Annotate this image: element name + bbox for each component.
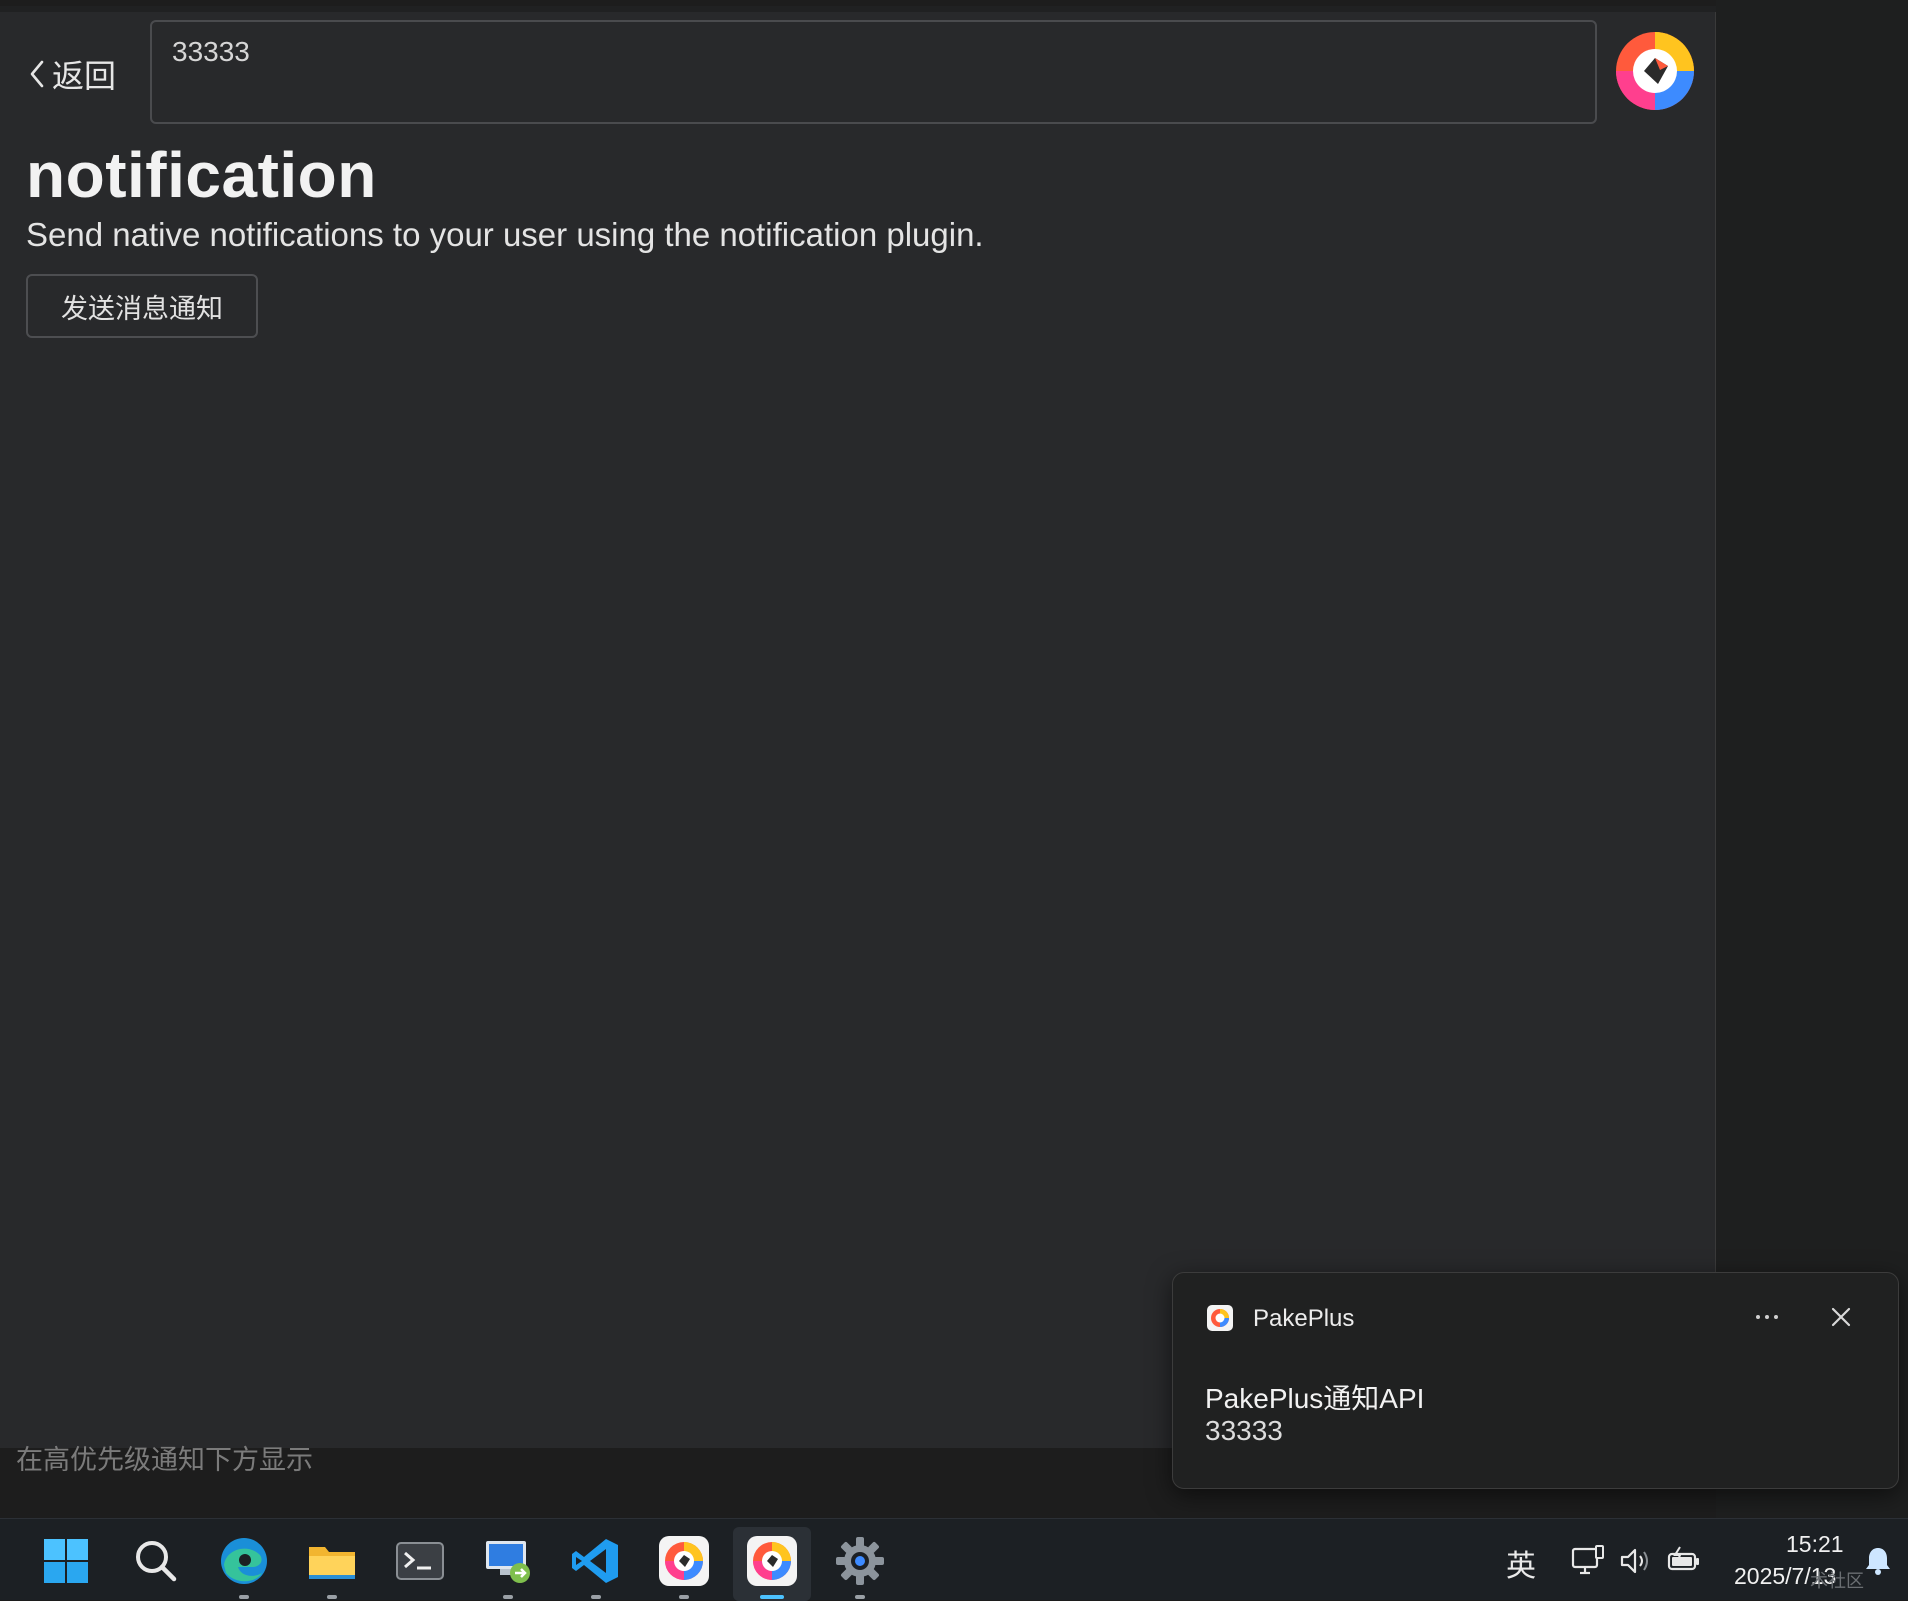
window-top-edge [0,6,1716,12]
remote-desktop-icon[interactable] [482,1535,534,1587]
back-label: 返回 [52,58,117,94]
ime-indicator[interactable]: 英 [1506,1541,1536,1585]
page-description: Send native notifications to your user u… [26,216,984,253]
explorer-running-indicator [327,1595,337,1599]
pakeplus-active-icon[interactable] [746,1535,798,1587]
vscode-running-indicator [591,1595,601,1599]
message-input[interactable] [150,20,1597,124]
pakeplus-logo-icon [1616,32,1694,110]
toast-body: 33333 [1205,1415,1283,1446]
app-window: 返回 notification Send native notification… [0,6,1716,1448]
pakeplus-icon[interactable] [658,1535,710,1587]
pakeplus-icon [1207,1305,1233,1331]
bell-icon[interactable] [1862,1545,1894,1577]
notification-toast[interactable]: PakePlus PakePlus通知API 33333 [1172,1272,1899,1489]
start-icon[interactable] [40,1535,92,1587]
remote-running-indicator [503,1595,513,1599]
volume-icon[interactable] [1618,1543,1654,1579]
toast-app-name: PakePlus [1253,1305,1355,1332]
chevron-left-icon [30,60,44,88]
notification-priority-hint: 在高优先级通知下方显示 [16,1445,313,1475]
edge-icon[interactable] [218,1535,270,1587]
file-explorer-icon[interactable] [306,1535,358,1587]
edge-running-indicator [239,1595,249,1599]
pakeplus-active-indicator [760,1595,784,1599]
network-icon[interactable] [1570,1543,1606,1579]
send-notification-button[interactable]: 发送消息通知 [26,274,258,338]
taskbar: 英 15:21 2025/7/13 术社区 [0,1518,1908,1601]
settings-running-indicator [855,1595,865,1599]
pakeplus-running-indicator [679,1595,689,1599]
close-icon[interactable] [1825,1301,1857,1333]
battery-icon[interactable] [1666,1543,1702,1579]
toast-title: PakePlus通知API [1205,1383,1425,1414]
page-title: notification [26,139,377,211]
back-button[interactable]: 返回 [28,54,116,94]
settings-icon[interactable] [834,1535,886,1587]
watermark: 术社区 [1810,1571,1864,1591]
vscode-icon[interactable] [570,1535,622,1587]
more-icon[interactable] [1747,1299,1787,1335]
terminal-icon[interactable] [394,1535,446,1587]
clock-time[interactable]: 15:21 [1786,1531,1844,1558]
search-icon[interactable] [130,1535,182,1587]
